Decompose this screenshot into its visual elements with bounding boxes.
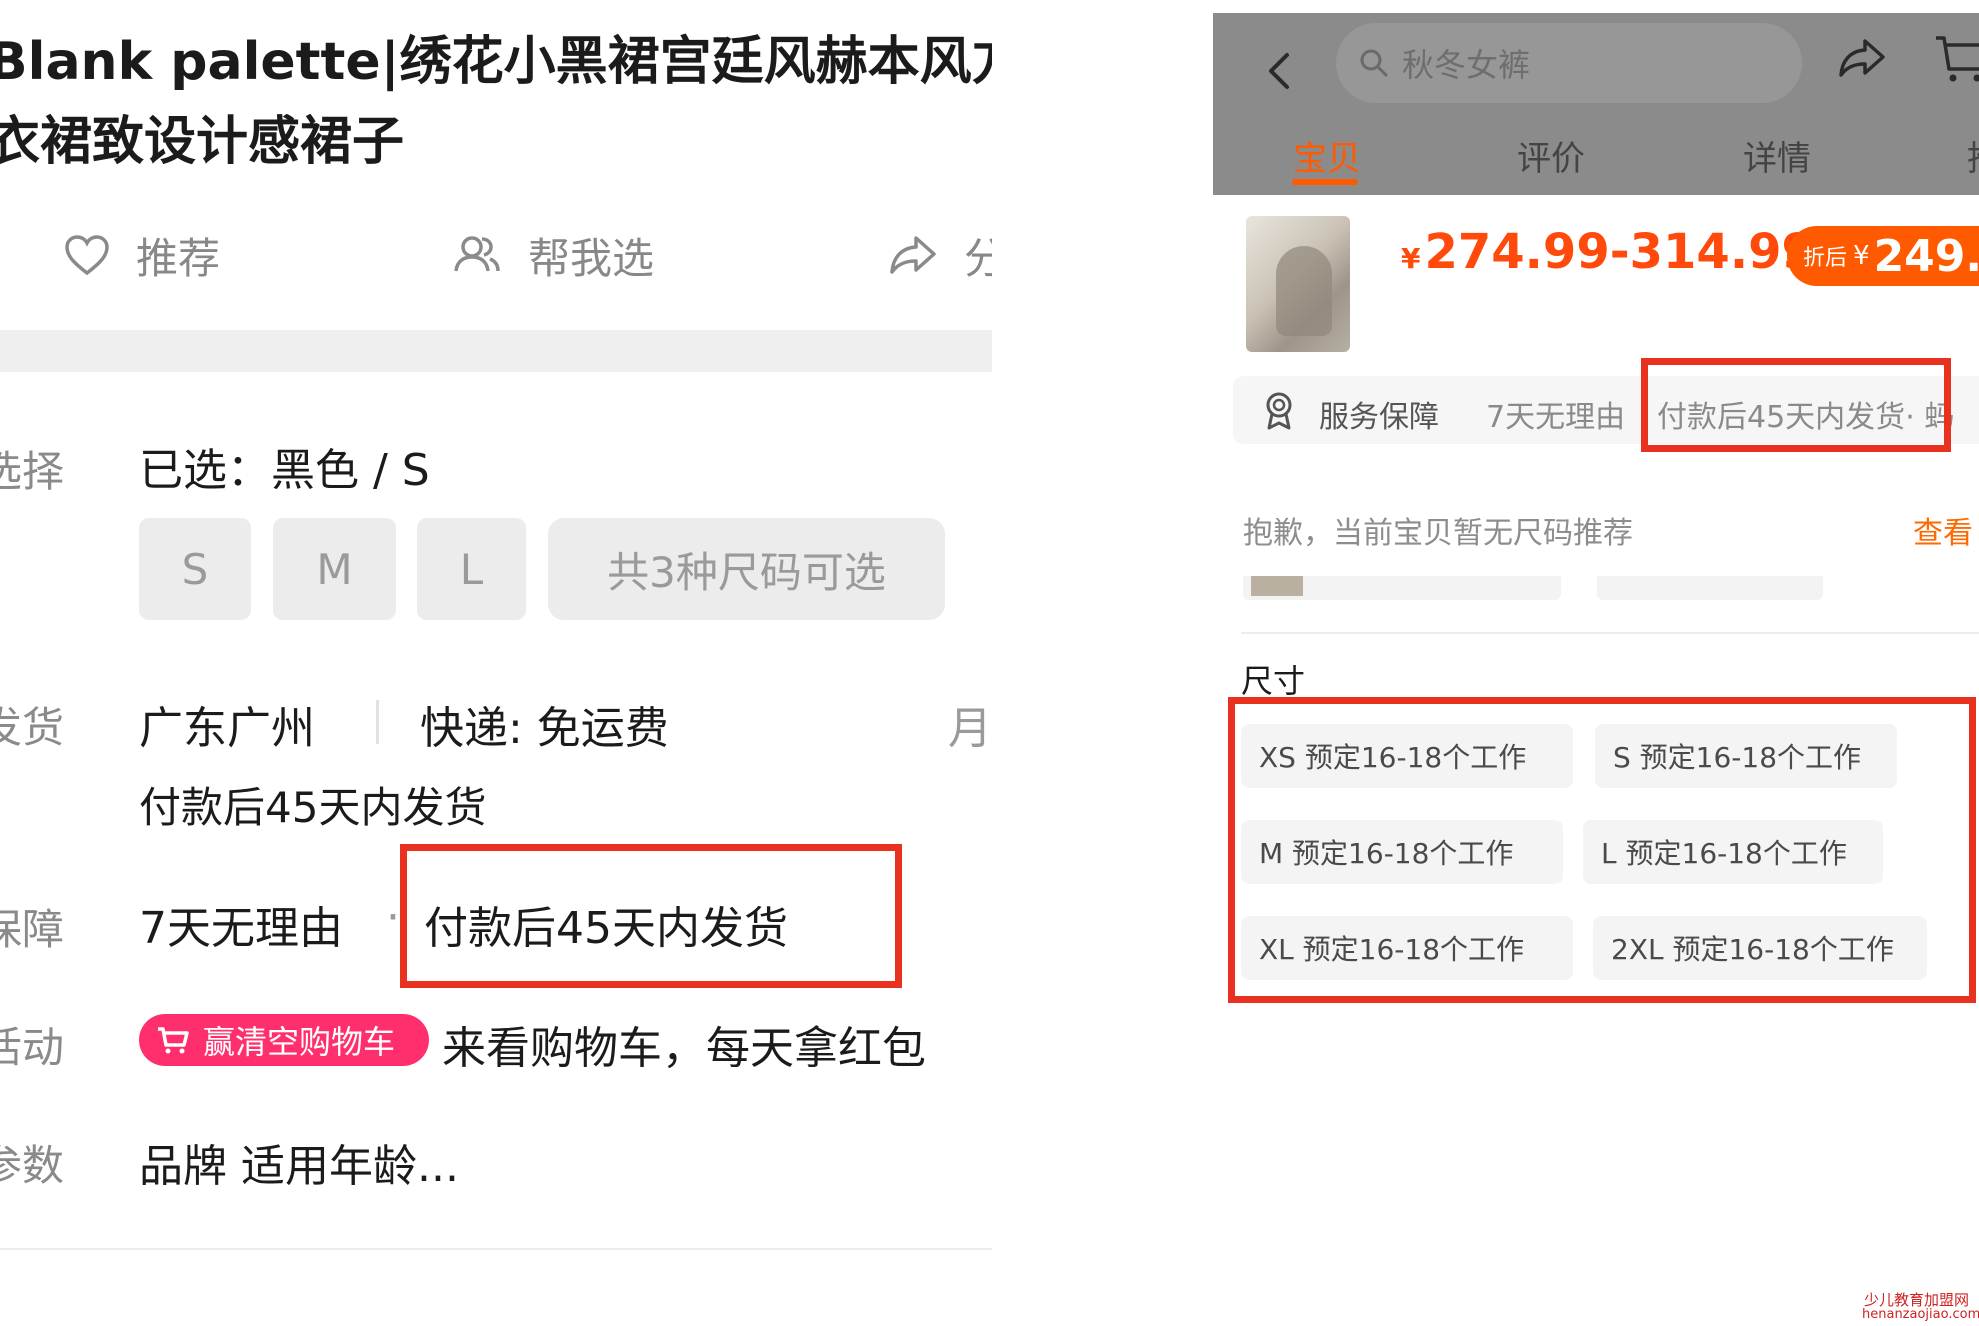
color-option-peek[interactable]	[1243, 576, 1561, 600]
highlight-box-service-ship-time	[1641, 358, 1951, 452]
discount-currency: ¥	[1853, 241, 1870, 271]
select-row-label: 选择	[0, 447, 65, 496]
selected-variant-text[interactable]: 已选：黑色 / S	[139, 434, 430, 498]
size-chip-m[interactable]: M	[273, 518, 396, 620]
highlight-box-ship-time	[400, 844, 902, 988]
tab-details[interactable]: 详情	[1743, 131, 1811, 180]
product-title: Blank palette|绣花小黑裙宫廷风赫本风方 衣裙致设计感裙子	[0, 22, 992, 182]
price-currency: ¥	[1401, 242, 1421, 275]
share-icon	[890, 236, 936, 274]
share-icon[interactable]	[1837, 37, 1887, 79]
discount-label: 折后	[1803, 246, 1848, 271]
size-chip-s[interactable]: S	[139, 518, 251, 620]
cart-icon[interactable]	[1933, 33, 1979, 85]
see-link[interactable]: 查看	[1913, 508, 1973, 552]
tab-reviews[interactable]: 评价	[1517, 131, 1585, 180]
shipping-divider	[376, 700, 379, 744]
service-no-reason: 7天无理由	[1486, 400, 1626, 435]
share-button[interactable]: 分	[888, 222, 992, 288]
shipping-express: 快递: 免运费	[420, 703, 669, 754]
recommend-label: 推荐	[136, 233, 221, 283]
product-thumbnail[interactable]	[1246, 216, 1350, 352]
price-range-value: 274.99-314.99	[1424, 224, 1815, 280]
help-choose-button[interactable]: 帮我选	[450, 222, 654, 288]
shipping-origin: 广东广州	[139, 703, 315, 754]
friends-icon	[454, 236, 500, 272]
shipping-time-text: 付款后45天内发货	[139, 783, 487, 832]
cart-icon	[158, 1027, 189, 1054]
price-range: ¥274.99-314.99	[1401, 224, 1815, 280]
activity-text[interactable]: 来看购物车，每天拿红包	[442, 1012, 926, 1076]
section-divider	[1241, 632, 1979, 634]
guarantee-no-reason: 7天无理由	[139, 903, 343, 954]
size-section-label: 尺寸	[1241, 662, 1306, 700]
service-title: 服务保障	[1319, 400, 1439, 435]
search-placeholder: 秋冬女裤	[1402, 46, 1531, 84]
discount-badge: 折后 ¥ 249.	[1787, 226, 1979, 286]
bottom-divider	[0, 1248, 992, 1250]
back-arrow-icon[interactable]	[1265, 51, 1293, 91]
size-chip-l[interactable]: L	[417, 518, 526, 620]
highlight-box-size-options	[1228, 697, 1976, 1003]
tab-item[interactable]: 宝贝	[1293, 131, 1361, 180]
watermark-line2: henanzaojiao.com	[1862, 1307, 1979, 1322]
help-choose-label: 帮我选	[528, 233, 655, 283]
left-product-panel: Blank palette|绣花小黑裙宫廷风赫本风方 衣裙致设计感裙子 推荐 帮…	[0, 0, 992, 1326]
activity-badge[interactable]: 赢清空购物车	[139, 1014, 429, 1066]
params-text[interactable]: 品牌 适用年龄...	[139, 1130, 459, 1194]
search-icon	[1360, 49, 1388, 77]
activity-badge-label: 赢清空购物车	[203, 1023, 396, 1061]
search-bar[interactable]: 秋冬女裤	[1336, 23, 1802, 103]
params-row-label: 参数	[0, 1141, 65, 1190]
product-title-line1: Blank palette|绣花小黑裙宫廷风赫本风方	[0, 32, 992, 92]
top-nav-bar: 秋冬女裤 宝贝 评价 详情 推	[1213, 13, 1979, 195]
size-recommend-notice: 抱歉，当前宝贝暂无尺码推荐	[1243, 516, 1633, 551]
guarantee-row-label: 保障	[0, 905, 65, 954]
section-divider-band	[0, 330, 992, 372]
discount-amount: 249.	[1873, 230, 1979, 282]
guarantee-separator-dot: ·	[386, 892, 400, 943]
share-label: 分	[964, 233, 992, 283]
monthly-sales-text: 月	[948, 703, 992, 754]
more-sizes-button[interactable]: 共3种尺码可选	[548, 518, 945, 620]
product-title-line2: 衣裙致设计感裙子	[0, 112, 405, 172]
right-product-panel: 秋冬女裤 宝贝 评价 详情 推 ¥274.99-314.99 折后 ¥ 249.…	[1213, 0, 1979, 1326]
activity-row-label: 活动	[0, 1023, 65, 1072]
action-bar: 推荐 帮我选 分	[0, 222, 992, 288]
recommend-button[interactable]: 推荐	[64, 222, 220, 288]
tab-recommend[interactable]: 推	[1967, 131, 1979, 180]
color-option-peek[interactable]	[1597, 576, 1823, 600]
shipping-row-label: 发货	[0, 703, 65, 752]
medal-icon	[1266, 392, 1292, 430]
heart-icon	[65, 235, 109, 276]
active-tab-indicator	[1292, 179, 1358, 185]
